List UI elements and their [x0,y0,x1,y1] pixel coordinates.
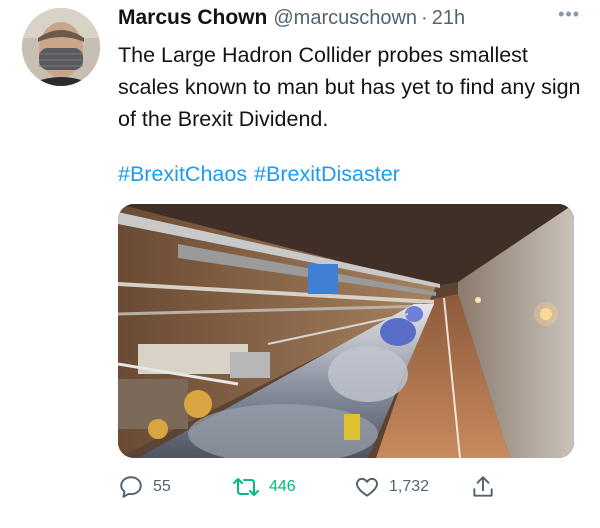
retweet-button[interactable]: 446 [232,472,296,502]
reply-bubble-icon [118,474,144,500]
hashtag-link[interactable]: #BrexitDisaster [254,162,400,186]
avatar[interactable] [22,8,100,86]
retweet-icon [232,474,260,500]
tweet-time[interactable]: 21h [432,7,465,30]
like-count: 1,732 [389,478,430,495]
reply-button[interactable]: 55 [118,472,171,502]
author-name[interactable]: Marcus Chown [118,6,267,30]
tweet-card[interactable]: Marcus Chown @marcuschown · 21h ••• The … [0,0,600,528]
hashtag-link[interactable]: #BrexitChaos [118,162,247,186]
more-dots-icon[interactable]: ••• [558,4,580,25]
tweet-photo[interactable] [118,204,574,458]
retweet-count: 446 [269,478,296,495]
hashtag-line: #BrexitChaos #BrexitDisaster [118,162,400,187]
share-button[interactable] [470,472,496,502]
separator-dot: · [421,7,428,29]
reply-count: 55 [153,478,171,495]
heart-icon [354,474,380,500]
tweet-text: The Large Hadron Collider probes smalles… [118,43,581,131]
like-button[interactable]: 1,732 [354,472,429,502]
share-icon [470,474,496,500]
tweet-header: Marcus Chown @marcuschown · 21h ••• [118,4,580,36]
tweet-actions: 55 446 1,732 [118,472,538,502]
author-handle[interactable]: @marcuschown [273,7,417,30]
